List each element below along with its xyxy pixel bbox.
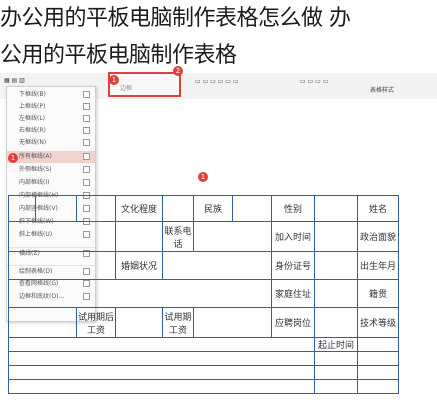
label-marital-status: 婚姻状况	[115, 251, 163, 280]
label-birth-date: 出生年月	[357, 251, 399, 280]
cell-empty[interactable]	[8, 279, 272, 308]
label-ethnicity: 民族	[193, 195, 233, 222]
inside-borders-icon	[83, 179, 90, 186]
cell-empty[interactable]	[8, 251, 116, 280]
cell-empty[interactable]	[314, 351, 358, 366]
menu-item-all-borders[interactable]: 所有框线(A)	[7, 151, 95, 163]
menu-item-right-border[interactable]: 右框线(R)	[7, 125, 95, 137]
ribbon-tools: ▭ ▭ ▭ ▭ ▭ ▭	[195, 78, 239, 85]
menu-item-outside-borders[interactable]: 外侧框线(S)	[7, 164, 95, 176]
cell-empty[interactable]	[357, 351, 399, 366]
top-border-icon	[83, 103, 90, 110]
label-post-probation-salary: 试用期后工资	[76, 307, 116, 338]
label-name: 姓名	[357, 195, 399, 222]
label-period: 起止时间	[314, 337, 358, 352]
all-borders-icon	[83, 153, 90, 160]
ribbon-left-label: ▦ ▤ ▥	[4, 77, 25, 84]
label-applied-position: 应聘岗位	[271, 307, 315, 338]
cell-empty[interactable]	[232, 195, 272, 222]
cell-empty[interactable]	[115, 221, 163, 252]
label-phone: 联系电话	[162, 221, 194, 252]
cell-empty[interactable]	[8, 195, 36, 222]
label-political-status: 政治面貌	[357, 221, 399, 252]
article-title-line-2: 公用的平板电脑制作表格	[0, 43, 237, 68]
article-title-line-1: 办公用的平板电脑制作表格怎么做 办	[0, 6, 351, 31]
cell-empty[interactable]	[8, 365, 315, 380]
left-border-icon	[83, 115, 90, 122]
cell-empty[interactable]	[35, 195, 77, 222]
menu-item-left-border[interactable]: 左框线(L)	[7, 113, 95, 125]
label-skill-level: 技术等级	[357, 307, 399, 338]
cell-empty[interactable]	[357, 337, 399, 352]
label-probation-salary: 试用期工资	[162, 307, 194, 338]
label-native-place: 籍贯	[357, 279, 399, 308]
cell-empty[interactable]	[314, 195, 358, 222]
cell-empty[interactable]	[115, 307, 163, 338]
cell-empty[interactable]	[314, 365, 358, 380]
no-border-icon	[83, 139, 90, 146]
cell-empty[interactable]	[357, 379, 399, 394]
cell-empty[interactable]	[314, 307, 358, 338]
cell-empty[interactable]	[8, 221, 116, 252]
cell-empty[interactable]	[314, 379, 358, 394]
cell-empty[interactable]	[162, 251, 272, 280]
label-home-address: 家庭住址	[271, 279, 315, 308]
cell-empty[interactable]	[8, 351, 315, 366]
bottom-border-icon	[83, 91, 90, 98]
right-border-icon	[83, 127, 90, 134]
cell-empty[interactable]	[193, 307, 272, 338]
cell-empty[interactable]	[314, 221, 358, 252]
cell-empty[interactable]	[357, 365, 399, 380]
ribbon-tools-2: ▭ ▭ ▭ ▭	[300, 78, 329, 85]
cell-empty[interactable]	[162, 195, 194, 222]
ribbon-right-label: 表格样式	[370, 87, 395, 94]
step-badge-ribbon: 1	[109, 75, 119, 85]
step-badge-menu: 1	[8, 153, 18, 163]
menu-item-bottom-border[interactable]: 下框线(B)	[7, 89, 95, 101]
menu-item-top-border[interactable]: 上框线(P)	[7, 101, 95, 113]
article-title: 办公用的平板电脑制作表格怎么做 办 公用的平板电脑制作表格	[0, 0, 437, 74]
cell-empty[interactable]	[314, 279, 358, 308]
cell-empty[interactable]	[8, 379, 315, 394]
cell-empty[interactable]	[8, 337, 315, 352]
label-gender: 性别	[271, 195, 315, 222]
label-join-time: 加入时间	[271, 221, 315, 252]
label-id-number: 身份证号	[271, 251, 315, 280]
cell-empty[interactable]	[193, 221, 272, 252]
cell-empty[interactable]	[314, 251, 358, 280]
step-badge-table: 1	[198, 172, 208, 182]
cell-empty[interactable]	[76, 195, 116, 222]
menu-item-no-border[interactable]: 无框线(N)	[7, 137, 95, 149]
employee-form-table: 文化程度 民族 性别 姓名 联系电话 加入时间 政治面貌 婚姻状况 身份证号 出…	[8, 195, 399, 394]
menu-item-inside-borders[interactable]: 内部框线(I)	[7, 177, 95, 189]
cell-empty[interactable]	[8, 307, 77, 338]
outside-borders-icon	[83, 166, 90, 173]
borders-button-highlight[interactable]	[108, 72, 181, 97]
label-education: 文化程度	[115, 195, 163, 222]
